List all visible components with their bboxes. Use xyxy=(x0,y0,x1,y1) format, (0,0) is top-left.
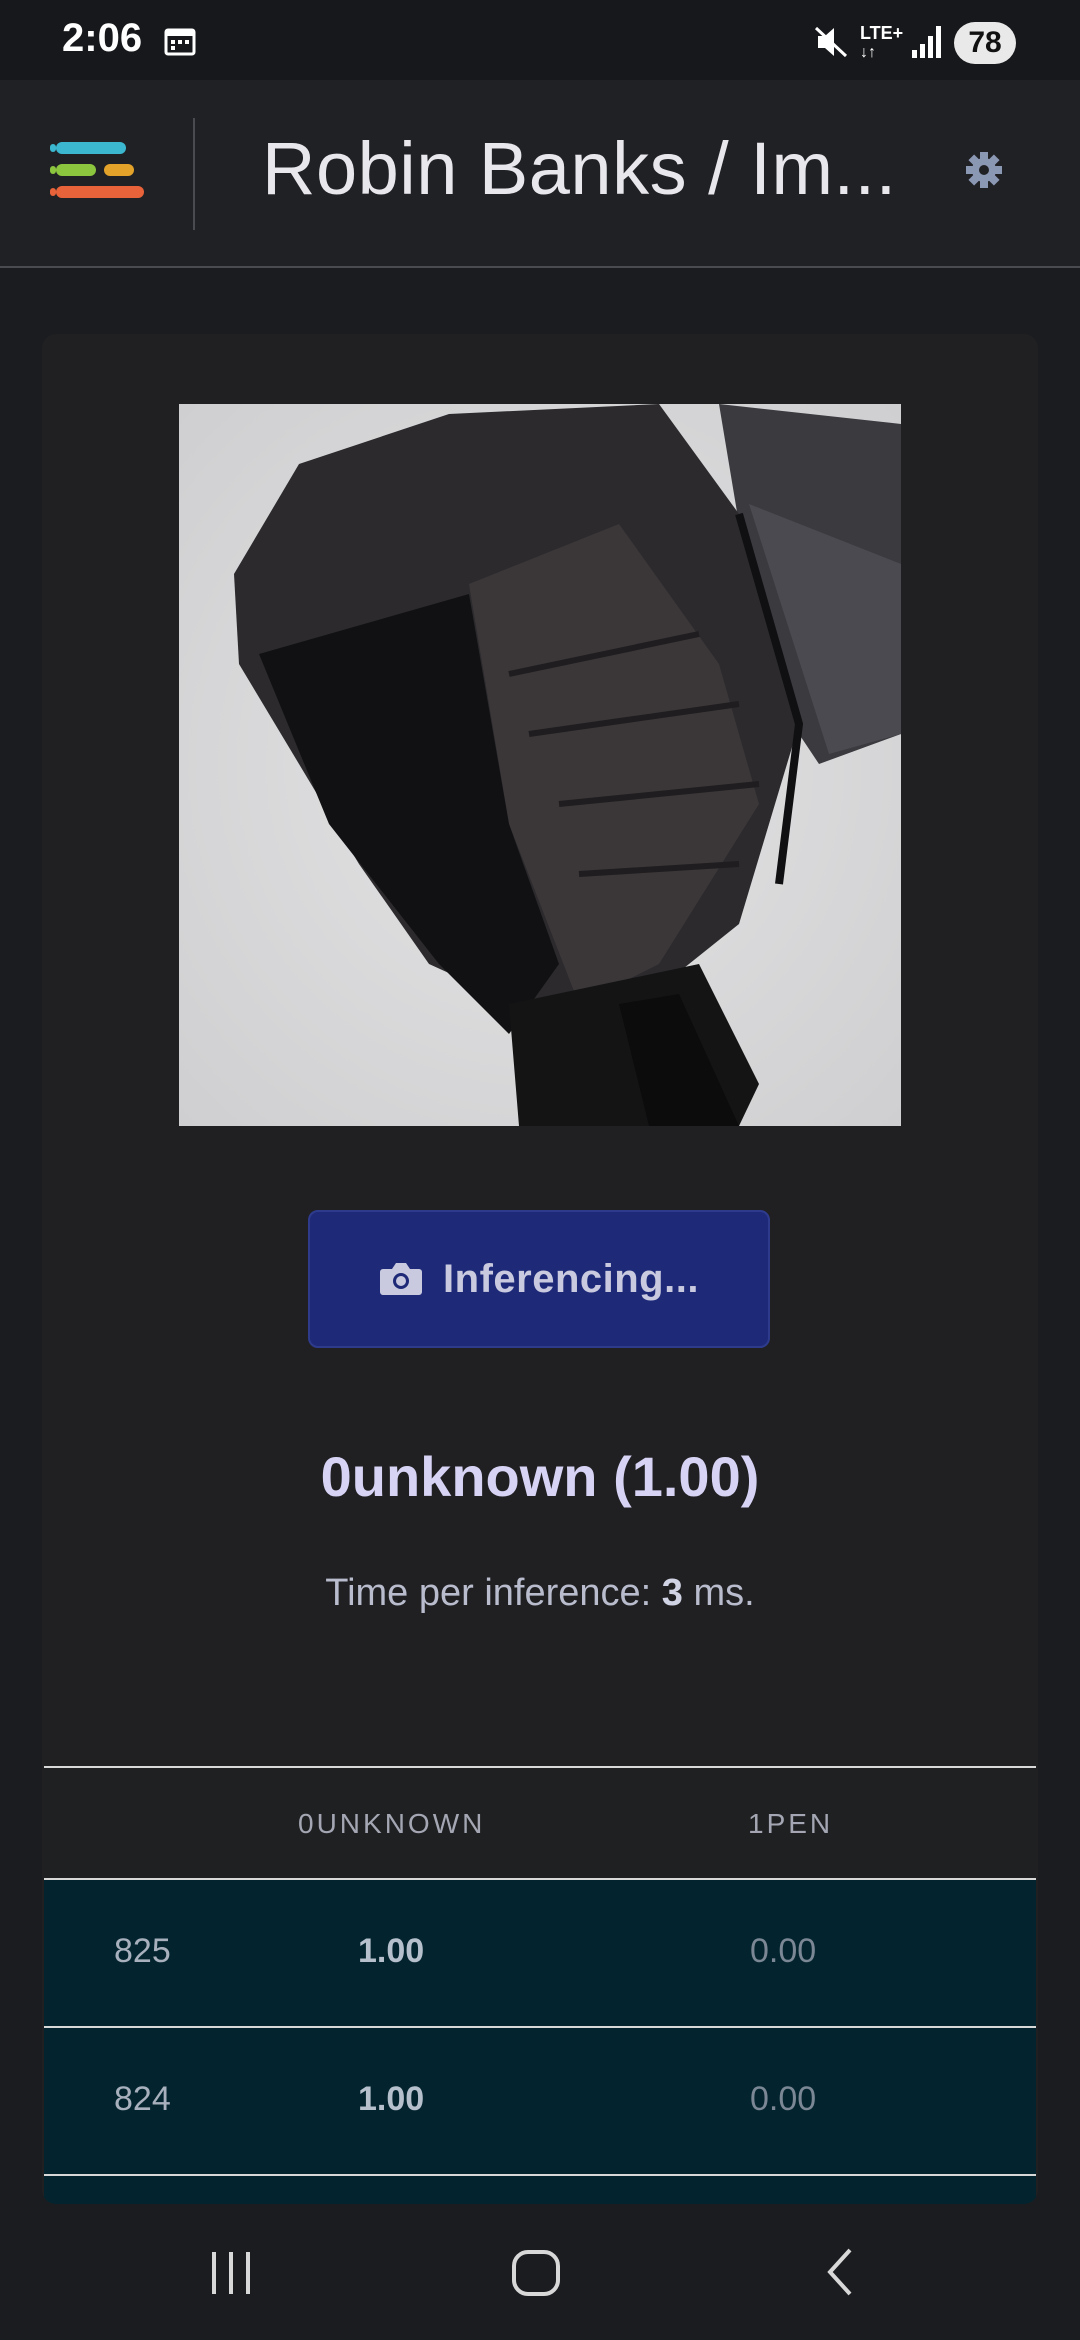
table-row-partial xyxy=(44,2176,1036,2204)
mute-icon xyxy=(814,26,848,58)
inference-card: Inferencing... 0unknown (1.00) Time per … xyxy=(42,334,1038,2204)
status-time: 2:06 xyxy=(62,16,143,60)
home-icon[interactable] xyxy=(508,2242,564,2302)
status-bar: 2:06 LTE+ ↓↑ 78 xyxy=(0,0,1080,80)
score-0unknown: 1.00 xyxy=(358,2080,425,2118)
page-title: Robin Banks / Im... xyxy=(262,127,897,210)
back-icon[interactable] xyxy=(818,2242,862,2302)
score-1pen: 0.00 xyxy=(750,1932,817,1970)
row-id: 824 xyxy=(114,2080,171,2118)
inference-button-label: Inferencing... xyxy=(443,1256,699,1301)
camera-preview xyxy=(179,404,901,1126)
table-header: 0UNKNOWN 1PEN xyxy=(44,1766,1036,1880)
network-type: LTE+ ↓↑ xyxy=(860,23,904,61)
inference-button[interactable]: Inferencing... xyxy=(308,1210,770,1348)
inference-timing: Time per inference: 3 ms. xyxy=(325,1572,755,1614)
app-header: Robin Banks / Im... xyxy=(0,80,1080,268)
timing-value: 3 xyxy=(661,1572,683,1614)
jacket-photo xyxy=(179,404,901,1126)
table-row: 825 1.00 0.00 xyxy=(44,1880,1036,2028)
recents-icon[interactable] xyxy=(206,2242,256,2302)
header-divider xyxy=(193,118,195,230)
battery-indicator: 78 xyxy=(954,22,1016,64)
gear-icon[interactable] xyxy=(964,150,1004,190)
signal-icon xyxy=(912,26,941,58)
score-1pen: 0.00 xyxy=(750,2080,817,2118)
results-table: 0UNKNOWN 1PEN 825 1.00 0.00 824 1.00 0.0… xyxy=(44,1766,1036,2204)
column-header-0unknown: 0UNKNOWN xyxy=(298,1808,486,1839)
logo-icon[interactable] xyxy=(50,138,146,208)
column-header-1pen: 1PEN xyxy=(748,1808,834,1839)
score-0unknown: 1.00 xyxy=(358,1932,425,1970)
camera-icon xyxy=(380,1263,423,1295)
calendar-icon xyxy=(164,28,196,56)
top-prediction: 0unknown (1.00) xyxy=(320,1445,760,1508)
row-id: 825 xyxy=(114,1932,171,1970)
table-row: 824 1.00 0.00 xyxy=(44,2028,1036,2176)
system-nav-bar xyxy=(0,2204,1080,2340)
